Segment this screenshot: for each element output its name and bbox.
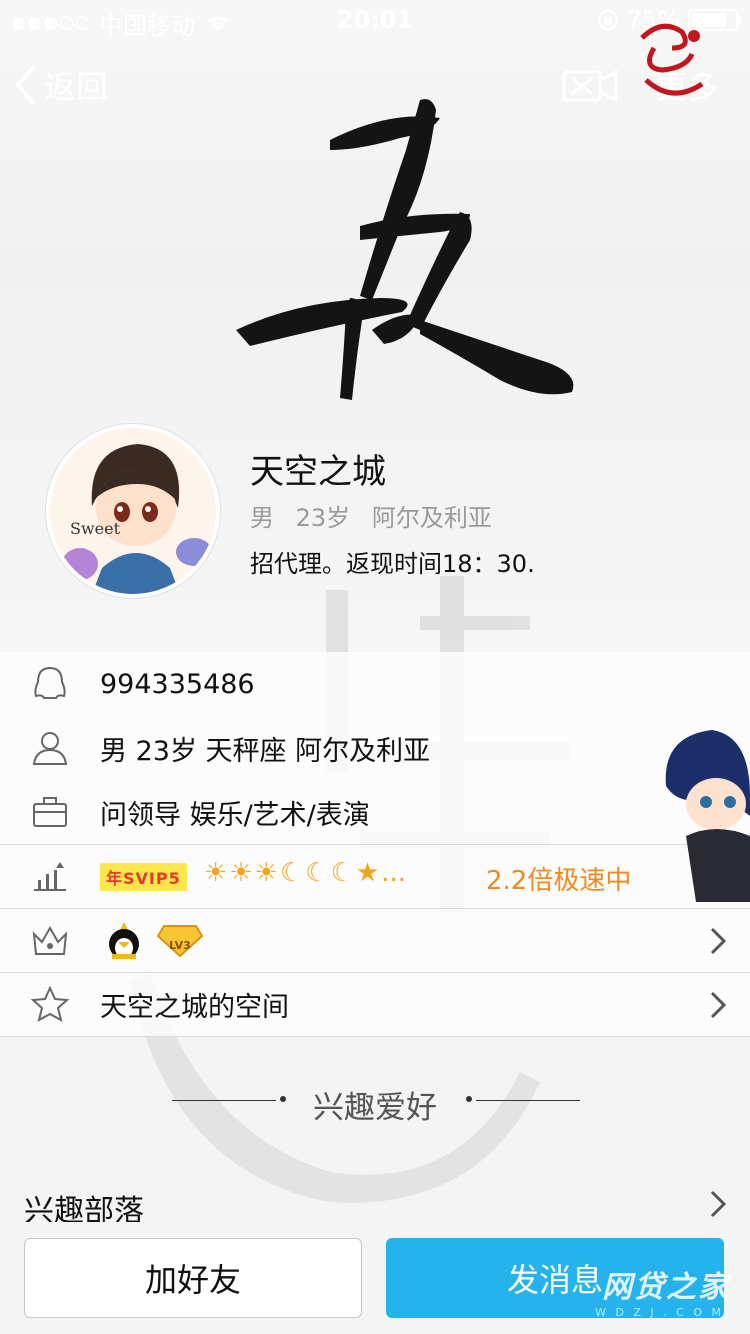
level-row[interactable]: 年SVIP5 ☀ ☀ ☀ ☾ ☾ ☾ ★ ... 2.2倍极速中	[0, 844, 750, 908]
age: 23岁	[295, 504, 351, 532]
crown-icon	[32, 925, 68, 955]
nickname: 天空之城	[250, 452, 386, 492]
svip-badge: 年SVIP5	[100, 863, 187, 891]
sun-icon: ☀	[254, 858, 278, 888]
chevron-right-icon	[710, 991, 726, 1019]
sun-icon: ☀	[229, 858, 253, 888]
video-call-icon[interactable]	[562, 64, 618, 104]
back-button[interactable]: 返回	[14, 62, 108, 108]
qzone-row[interactable]: 天空之城的空间	[0, 972, 750, 1036]
back-label: 返回	[44, 68, 109, 106]
decorative-stamp	[640, 23, 704, 96]
level-ellipsis: ...	[381, 858, 406, 888]
profile-info-list: 994335486 男 23岁 天秤座 阿尔及利亚 问领导 娱乐/艺术/表演 年…	[0, 652, 750, 1037]
level-chart-icon	[34, 862, 66, 891]
level-icons: ☀ ☀ ☀ ☾ ☾ ☾ ★ ...	[204, 858, 406, 888]
watermark-url: W D Z J . C O M	[595, 1306, 724, 1319]
diamond-level-label: LV3	[169, 939, 191, 952]
sun-icon: ☀	[204, 858, 228, 888]
qq-penguin-badge-icon	[109, 922, 139, 959]
personal-info: 男 23岁 天秤座 阿尔及利亚	[100, 735, 431, 767]
rotation-lock-icon	[597, 10, 618, 30]
briefcase-icon	[33, 797, 67, 827]
qq-number: 994335486	[100, 668, 255, 700]
chevron-right-icon	[710, 1190, 726, 1218]
career-row: 问领导 娱乐/艺术/表演	[0, 780, 750, 844]
profile-meta: 男 23岁 阿尔及利亚	[250, 498, 506, 533]
qzone-label: 天空之城的空间	[100, 991, 289, 1023]
signature: 招代理。返现时间18：30.	[250, 550, 535, 578]
personal-row: 男 23岁 天秤座 阿尔及利亚	[0, 716, 750, 780]
person-icon	[32, 732, 68, 765]
moon-icon: ☾	[279, 858, 304, 888]
chevron-left-icon	[15, 64, 36, 106]
speed-status: 2.2倍极速中	[486, 866, 632, 896]
diamond-level-icon: LV3	[156, 922, 204, 960]
avatar[interactable]: Sweet	[46, 424, 220, 598]
location: 阿尔及利亚	[371, 504, 492, 532]
qq-number-row: 994335486	[0, 652, 750, 716]
gender: 男	[250, 504, 274, 532]
moon-icon: ☾	[330, 858, 354, 888]
decorative-mascot	[665, 730, 750, 902]
avatar-illustration: Sweet	[50, 428, 216, 594]
hobby-section-header: 兴趣爱好	[0, 1078, 750, 1128]
career-info: 问领导 娱乐/艺术/表演	[100, 799, 370, 831]
watermark-logo: 网贷之家	[602, 1270, 730, 1305]
chevron-right-icon	[710, 927, 726, 955]
moon-icon: ☾	[305, 858, 329, 888]
svg-text:Sweet: Sweet	[70, 519, 121, 538]
add-friend-button[interactable]: 加好友	[24, 1238, 362, 1318]
hobby-section-title: 兴趣爱好	[313, 1090, 437, 1126]
star-icon: ★	[355, 858, 380, 888]
penguin-icon	[34, 666, 66, 699]
vip-privileges-row[interactable]: LV3	[0, 908, 750, 972]
star-outline-icon	[30, 986, 70, 1022]
